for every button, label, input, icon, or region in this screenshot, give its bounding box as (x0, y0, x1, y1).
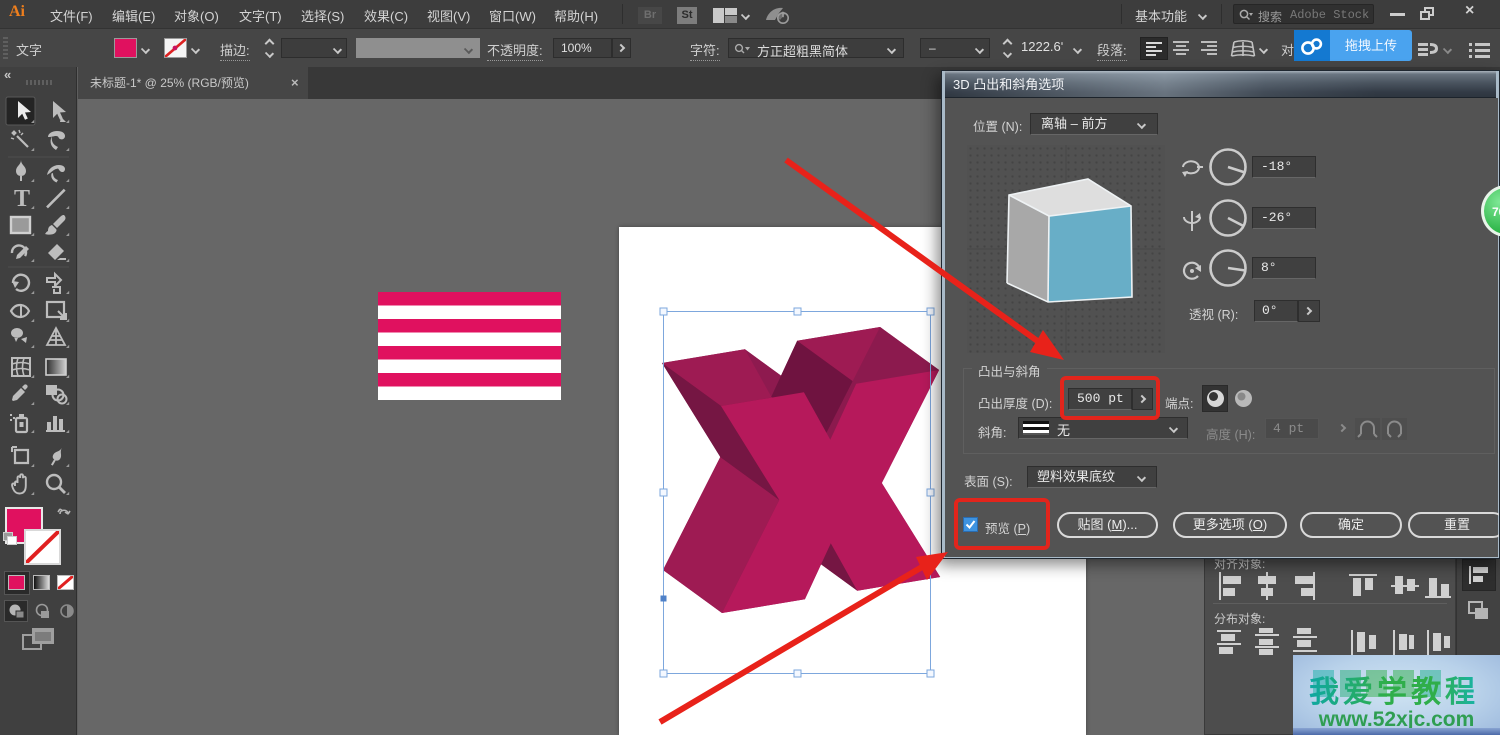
svg-text:T: T (14, 186, 30, 212)
